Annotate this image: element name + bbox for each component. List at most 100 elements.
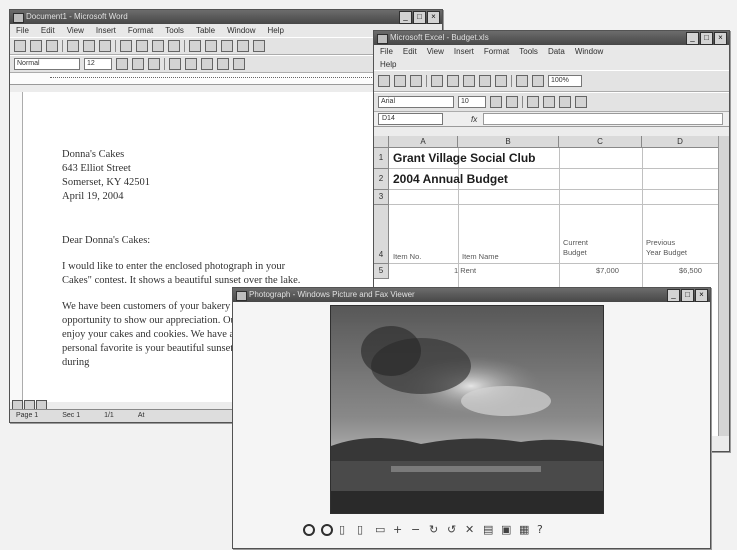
cell-a1[interactable]: Grant Village Social Club <box>393 151 535 165</box>
minimize-icon[interactable]: _ <box>667 289 680 302</box>
center-icon[interactable] <box>543 96 555 108</box>
help-icon[interactable]: ? <box>537 524 549 536</box>
font-select[interactable]: Arial <box>378 96 454 108</box>
zoom-out-icon[interactable]: − <box>411 524 423 536</box>
excel-title-bar[interactable]: Microsoft Excel - Budget.xls _ □ × <box>374 31 729 45</box>
decrease-indent-icon[interactable] <box>217 58 229 70</box>
new-workbook-icon[interactable] <box>378 75 390 87</box>
row-header-3[interactable]: 3 <box>374 190 389 205</box>
open-folder-icon[interactable] <box>394 75 406 87</box>
bullets-icon[interactable] <box>201 58 213 70</box>
undo-icon[interactable] <box>189 40 201 52</box>
cell-b4[interactable]: Item Name <box>462 252 499 262</box>
copy-icon[interactable] <box>479 75 491 87</box>
chart-wizard-icon[interactable] <box>532 75 544 87</box>
next-image-icon[interactable] <box>321 524 333 536</box>
format-painter-icon[interactable] <box>168 40 180 52</box>
close-icon[interactable]: × <box>714 32 727 45</box>
save-icon[interactable] <box>46 40 58 52</box>
menu-format[interactable]: Format <box>484 45 509 58</box>
open-folder-icon[interactable] <box>30 40 42 52</box>
numbering-icon[interactable] <box>185 58 197 70</box>
viewer-title-bar[interactable]: Photograph - Windows Picture and Fax Vie… <box>233 288 710 302</box>
zoom-in-icon[interactable]: + <box>393 524 405 536</box>
bold-icon[interactable] <box>116 58 128 70</box>
cut-icon[interactable] <box>120 40 132 52</box>
minimize-icon[interactable]: _ <box>686 32 699 45</box>
undo-icon[interactable] <box>495 75 507 87</box>
italic-icon[interactable] <box>132 58 144 70</box>
rotate-clockwise-icon[interactable]: ↻ <box>429 524 441 536</box>
cell-c4[interactable]: Current Budget <box>563 238 588 258</box>
new-document-icon[interactable] <box>14 40 26 52</box>
copy-icon[interactable] <box>136 40 148 52</box>
close-icon[interactable]: × <box>427 11 440 24</box>
print-preview-icon[interactable] <box>447 75 459 87</box>
column-header-b[interactable]: B <box>458 136 559 148</box>
word-title-bar[interactable]: Document1 - Microsoft Word _ □ × <box>10 10 442 24</box>
menu-view[interactable]: View <box>427 45 444 58</box>
cell-b5[interactable]: 1 Rent <box>454 266 476 276</box>
menu-edit[interactable]: Edit <box>403 45 417 58</box>
zoom-select[interactable]: 100% <box>548 75 582 87</box>
picture-viewer-window[interactable]: Photograph - Windows Picture and Fax Vie… <box>232 287 711 549</box>
spelling-icon[interactable] <box>99 40 111 52</box>
underline-icon[interactable] <box>148 58 160 70</box>
redo-icon[interactable] <box>205 40 217 52</box>
columns-icon[interactable] <box>237 40 249 52</box>
previous-image-icon[interactable] <box>303 524 315 536</box>
row-header-1[interactable]: 1 <box>374 148 389 169</box>
menu-insert[interactable]: Insert <box>454 45 474 58</box>
fx-icon[interactable]: fx <box>471 115 477 124</box>
rotate-counterclockwise-icon[interactable]: ↺ <box>447 524 459 536</box>
spelling-icon[interactable] <box>463 75 475 87</box>
print-icon[interactable] <box>431 75 443 87</box>
increase-indent-icon[interactable] <box>233 58 245 70</box>
menu-help[interactable]: Help <box>268 24 284 37</box>
print-preview-icon[interactable] <box>83 40 95 52</box>
show-hide-icon[interactable] <box>253 40 265 52</box>
column-header-c[interactable]: C <box>559 136 642 148</box>
paste-icon[interactable] <box>152 40 164 52</box>
save-icon[interactable] <box>410 75 422 87</box>
name-box[interactable]: D14 <box>378 113 443 125</box>
edit-icon[interactable]: ▦ <box>519 524 531 536</box>
menu-file[interactable]: File <box>380 45 393 58</box>
sort-ascending-icon[interactable] <box>516 75 528 87</box>
bold-icon[interactable] <box>490 96 502 108</box>
cell-d5[interactable]: $6,500 <box>679 266 702 276</box>
delete-icon[interactable]: ✕ <box>465 524 477 536</box>
cell-d4[interactable]: Previous Year Budget <box>646 238 687 258</box>
actual-size-icon[interactable]: ▯ <box>357 524 369 536</box>
column-header-d[interactable]: D <box>642 136 719 148</box>
row-header-4[interactable]: 4 <box>374 205 389 264</box>
table-icon[interactable] <box>221 40 233 52</box>
cell-c5[interactable]: $7,000 <box>596 266 619 276</box>
menu-window[interactable]: Window <box>227 24 255 37</box>
minimize-icon[interactable]: _ <box>399 11 412 24</box>
style-select[interactable]: Normal <box>14 58 80 70</box>
menu-tools[interactable]: Tools <box>165 24 184 37</box>
menu-insert[interactable]: Insert <box>96 24 116 37</box>
menu-table[interactable]: Table <box>196 24 215 37</box>
cell-a4[interactable]: Item No. <box>393 252 421 262</box>
merge-center-icon[interactable] <box>575 96 587 108</box>
row-header-2[interactable]: 2 <box>374 169 389 190</box>
vertical-scrollbar[interactable] <box>718 136 729 436</box>
cell-a2[interactable]: 2004 Annual Budget <box>393 172 508 186</box>
formula-input[interactable] <box>483 113 723 125</box>
row-header-5[interactable]: 5 <box>374 264 389 279</box>
slideshow-icon[interactable]: ▭ <box>375 524 387 536</box>
align-left-icon[interactable] <box>169 58 181 70</box>
font-size-select[interactable]: 10 <box>458 96 486 108</box>
select-all-corner[interactable] <box>374 136 389 148</box>
print-icon[interactable]: ▤ <box>483 524 495 536</box>
menu-data[interactable]: Data <box>548 45 565 58</box>
menu-tools[interactable]: Tools <box>519 45 538 58</box>
align-left-icon[interactable] <box>527 96 539 108</box>
close-icon[interactable]: × <box>695 289 708 302</box>
save-icon[interactable]: ▣ <box>501 524 513 536</box>
maximize-icon[interactable]: □ <box>700 32 713 45</box>
align-right-icon[interactable] <box>559 96 571 108</box>
best-fit-icon[interactable]: ▯ <box>339 524 351 536</box>
